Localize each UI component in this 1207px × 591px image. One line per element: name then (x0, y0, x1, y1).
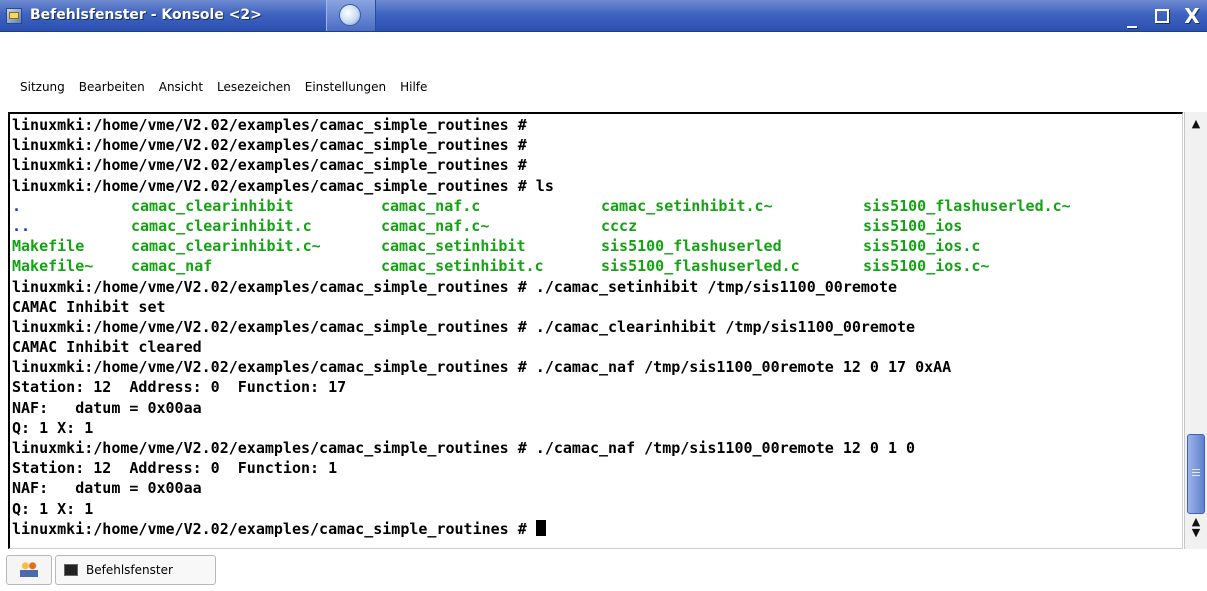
maximize-button[interactable] (1147, 0, 1177, 32)
down-arrow-icon: ▼ (1191, 526, 1201, 539)
ls-row: . camac_clearinhibit camac_naf.c camac_s… (12, 196, 1123, 216)
terminal-line: linuxmki:/home/vme/V2.02/examples/camac_… (12, 277, 898, 296)
scrollbar-thumb[interactable] (1187, 434, 1205, 514)
ls-entry: camac_clearinhibit (131, 196, 294, 215)
terminal-icon (64, 564, 78, 576)
terminal-line: NAF: datum = 0x00aa (12, 479, 202, 498)
terminal-line: Station: 12 Address: 0 Function: 17 (12, 378, 347, 397)
new-session-button[interactable] (6, 555, 52, 585)
ls-entry: camac_naf.c~ (381, 216, 490, 235)
ls-row: .. camac_clearinhibit.c camac_naf.c~ ccc… (12, 216, 1123, 236)
ls-entry: sis5100_ios.c~ (863, 257, 990, 276)
ls-row: Makefile camac_clearinhibit.c~ camac_set… (12, 236, 1123, 256)
ls-entry: cccz (601, 216, 638, 235)
ls-entry: sis5100_flashuserled.c (601, 257, 800, 276)
vertical-scrollbar[interactable]: ▲ ▲ ▼ (1184, 112, 1207, 549)
window-controls: _ X (1117, 0, 1207, 32)
ls-entry: camac_setinhibit.c~ (601, 196, 773, 215)
konsole-app-icon[interactable] (6, 8, 22, 24)
terminal-line: linuxmki:/home/vme/V2.02/examples/camac_… (12, 176, 554, 195)
terminal-line: CAMAC Inhibit cleared (12, 338, 202, 357)
terminal-line: Station: 12 Address: 0 Function: 1 (12, 459, 338, 478)
ls-entry: camac_naf (131, 257, 213, 276)
scroll-down-button[interactable]: ▲ ▼ (1185, 510, 1207, 544)
terminal-line: linuxmki:/home/vme/V2.02/examples/camac_… (12, 116, 527, 134)
window-title: Befehlsfenster - Konsole <2> (30, 7, 262, 23)
terminal-output: linuxmki:/home/vme/V2.02/examples/camac_… (12, 115, 1123, 539)
terminal-line: linuxmki:/home/vme/V2.02/examples/camac_… (12, 358, 952, 377)
terminal-line: linuxmki:/home/vme/V2.02/examples/camac_… (12, 317, 916, 336)
terminal-line: CAMAC Inhibit set (12, 297, 166, 316)
session-tabbar: Befehlsfenster (0, 553, 1207, 591)
terminal-line: linuxmki:/home/vme/V2.02/examples/camac_… (12, 439, 916, 457)
ls-row: Makefile~ camac_naf camac_setinhibit.c s… (12, 256, 1123, 276)
konqueror-icon (339, 4, 361, 26)
ls-entry: sis5100_ios (863, 216, 963, 235)
ls-entry: camac_clearinhibit.c~ (131, 237, 321, 256)
ls-entry: .. (12, 216, 31, 235)
ls-entry: Makefile~ (12, 257, 94, 276)
terminal-line: linuxmki:/home/vme/V2.02/examples/camac_… (12, 156, 527, 175)
menu-bar: Sitzung Bearbeiten Ansicht Lesezeichen E… (0, 76, 1207, 98)
text-cursor (535, 519, 546, 536)
title-extra-tab[interactable] (326, 0, 376, 31)
ls-entry: camac_clearinhibit.c (131, 216, 312, 235)
menu-einstellungen[interactable]: Einstellungen (297, 80, 392, 94)
up-arrow-icon: ▲ (1191, 116, 1201, 130)
maximize-icon (1155, 9, 1169, 23)
terminal-line: Q: 1 X: 1 (12, 499, 94, 518)
scroll-up-button[interactable]: ▲ (1185, 114, 1207, 132)
ls-entry: Makefile (12, 237, 85, 256)
terminal-line: linuxmki:/home/vme/V2.02/examples/camac_… (12, 136, 527, 155)
terminal-line: Q: 1 X: 1 (12, 418, 94, 437)
menu-lesezeichen[interactable]: Lesezeichen (209, 80, 297, 94)
new-session-icon (20, 561, 38, 577)
close-button[interactable]: X (1177, 0, 1207, 32)
session-tab-label: Befehlsfenster (86, 563, 173, 577)
menu-ansicht[interactable]: Ansicht (151, 80, 209, 94)
menu-sitzung[interactable]: Sitzung (0, 80, 71, 94)
title-bar[interactable]: Befehlsfenster - Konsole <2> _ X (0, 0, 1207, 32)
menu-hilfe[interactable]: Hilfe (392, 80, 433, 94)
ls-entry: camac_setinhibit.c (381, 257, 544, 276)
ls-entry: sis5100_flashuserled (601, 237, 782, 256)
ls-entry: camac_naf.c (381, 196, 481, 215)
ls-entry: sis5100_flashuserled.c~ (863, 196, 1071, 215)
minimize-button[interactable]: _ (1117, 0, 1147, 32)
terminal-prompt-line: linuxmki:/home/vme/V2.02/examples/camac_… (12, 519, 1123, 539)
ls-entry: . (12, 196, 22, 215)
terminal-line: NAF: datum = 0x00aa (12, 398, 202, 417)
session-tab[interactable]: Befehlsfenster (55, 555, 216, 585)
terminal-area[interactable]: linuxmki:/home/vme/V2.02/examples/camac_… (8, 112, 1183, 549)
menu-bearbeiten[interactable]: Bearbeiten (71, 80, 151, 94)
terminal-prompt: linuxmki:/home/vme/V2.02/examples/camac_… (12, 519, 536, 538)
ls-entry: sis5100_ios.c (863, 237, 981, 256)
ls-entry: camac_setinhibit (381, 237, 526, 256)
